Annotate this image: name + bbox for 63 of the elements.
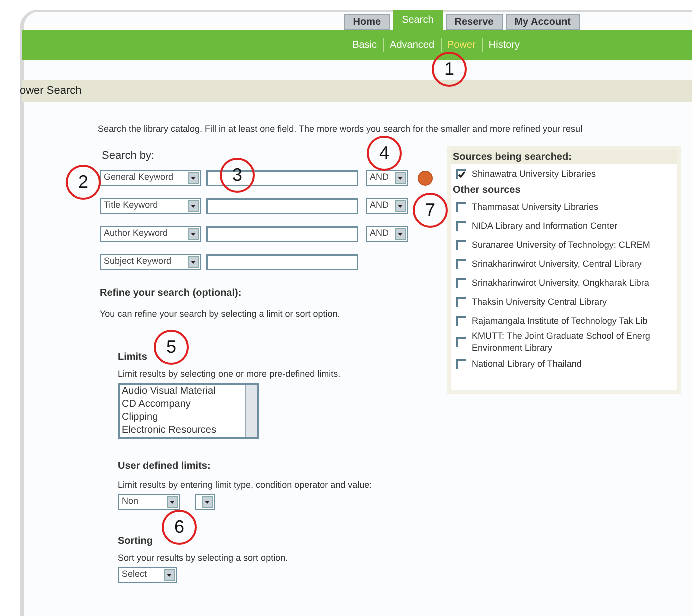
checkbox[interactable]	[456, 168, 466, 178]
body-text: Limit results by entering limit type, condition operator and value:	[118, 479, 374, 492]
dropdown[interactable]: AND	[366, 198, 408, 214]
caret-icon	[395, 172, 406, 184]
caret-icon	[395, 228, 406, 240]
list-option[interactable]: Audio Visual Material	[122, 385, 245, 398]
source-label: Srinakharinwirot University, Central Library	[472, 258, 643, 270]
nav-tab[interactable]: My Account	[506, 14, 580, 30]
section-heading: Other sources	[452, 184, 522, 197]
dropdown[interactable]: Author Keyword	[100, 226, 201, 242]
callout-marker: 7	[413, 193, 448, 228]
source-label: Suranaree University of Technology: CLREM	[472, 238, 652, 250]
callout-marker: 5	[154, 330, 189, 365]
intro-text: Search the library catalog. Fill in at least one field. The more words you search for the smaller and more refined your resul	[98, 124, 583, 134]
section-heading: Search by:	[102, 149, 155, 164]
list-option[interactable]: Clipping	[122, 411, 245, 424]
dropdown[interactable]: AND	[366, 170, 408, 186]
search-input[interactable]	[206, 198, 358, 214]
dropdown[interactable]	[195, 494, 215, 510]
caret-icon	[188, 200, 199, 212]
source-label: Thammasat University Libraries	[472, 200, 600, 212]
list-option[interactable]: CD Accompany	[122, 398, 245, 411]
caret-icon	[188, 256, 199, 268]
callout-marker: 4	[367, 136, 402, 171]
callout-marker: 6	[162, 510, 197, 545]
source-label: Thaksin University Central Library	[472, 296, 608, 308]
source-label: KMUTT: The Joint Graduate School of Energ Environment Library	[472, 330, 652, 354]
scrollbar[interactable]	[245, 385, 257, 437]
limits-listbox[interactable]: Audio Visual Material CD Accompany Clipping Electronic Resources	[118, 383, 259, 439]
source-label: Shinawatra University Libraries	[472, 168, 598, 180]
section-heading: Sorting	[118, 535, 153, 549]
caret-icon	[188, 172, 199, 184]
nav-tab[interactable]: Reserve	[446, 14, 503, 30]
body-text: Limit results by selecting one or more pre-defined limits.	[118, 368, 342, 381]
caret-icon	[167, 496, 178, 508]
caret-icon	[164, 569, 175, 581]
dropdown[interactable]: AND	[366, 226, 408, 242]
dropdown[interactable]: Title Keyword	[100, 198, 201, 214]
caret-icon	[188, 228, 199, 240]
body-text: Sort your results by selecting a sort option.	[118, 552, 288, 565]
section-heading: User defined limits:	[118, 460, 211, 474]
source-label: NIDA Library and Information Center	[472, 220, 619, 232]
search-input[interactable]	[206, 170, 358, 186]
dropdown[interactable]: Non	[118, 494, 180, 510]
caret-icon	[395, 200, 406, 212]
nav-tab[interactable]: Home	[344, 14, 390, 30]
list-option[interactable]: Electronic Resources	[122, 424, 245, 437]
source-label: National Library of Thailand	[472, 358, 583, 370]
callout-marker: 1	[432, 52, 467, 87]
source-label: Rajamangala Institute of Technology Tak Lib	[472, 314, 649, 326]
section-heading: Limits	[118, 351, 148, 365]
source-label: Srinakharinwirot University, Ongkharak Libra	[472, 276, 650, 288]
search-input[interactable]	[206, 254, 358, 270]
panel-heading: Sources being searched:	[451, 150, 677, 164]
dropdown[interactable]: Select	[118, 567, 177, 583]
callout-marker: 2	[66, 165, 101, 200]
caret-icon	[202, 496, 213, 508]
search-input[interactable]	[206, 226, 358, 242]
dropdown[interactable]: Subject Keyword	[100, 254, 201, 270]
dropdown[interactable]: General Keyword	[100, 170, 201, 186]
page-title: ower Search	[20, 84, 82, 99]
section-heading: Refine your search (optional):	[100, 287, 243, 301]
body-text: You can refine your search by selecting a limit or sort option.	[100, 308, 342, 321]
